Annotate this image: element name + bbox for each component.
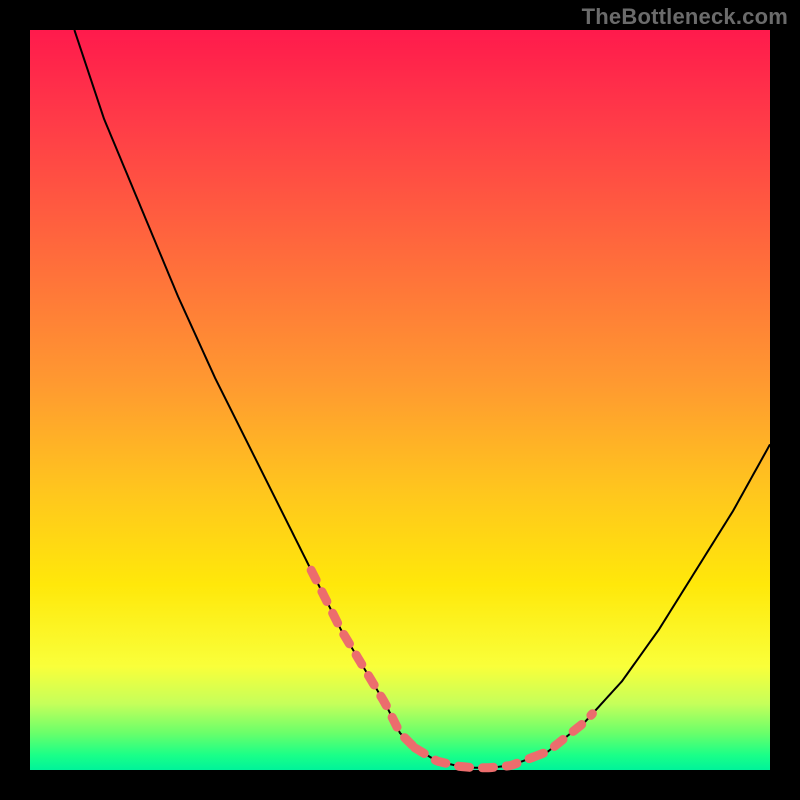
valley-dash	[415, 748, 533, 768]
bottleneck-curve-path	[74, 30, 770, 768]
watermark-text: TheBottleneck.com	[582, 4, 788, 30]
left-slope-dash	[311, 570, 415, 748]
right-slope-dash	[533, 714, 592, 757]
highlight-dash-group	[311, 570, 592, 768]
plot-area	[30, 30, 770, 770]
chart-frame: TheBottleneck.com	[0, 0, 800, 800]
curve-svg	[30, 30, 770, 770]
